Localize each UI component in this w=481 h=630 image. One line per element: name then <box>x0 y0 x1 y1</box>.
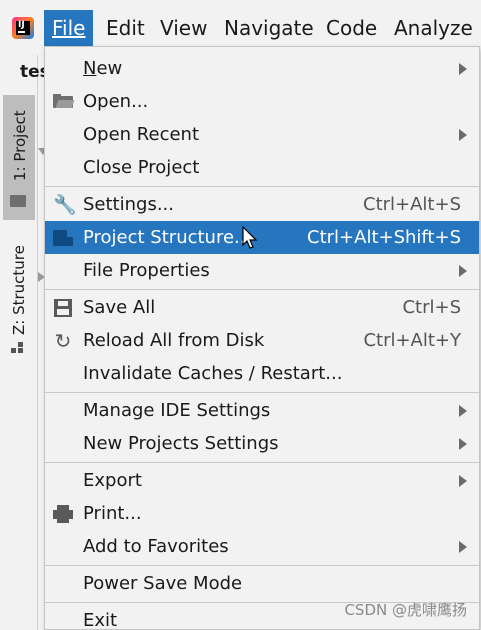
project-tab-label: 1: Project <box>11 110 29 181</box>
menu-item-label: Export <box>83 470 142 491</box>
intellij-logo-icon: IJ <box>12 17 34 39</box>
menu-analyze[interactable]: Analyze <box>386 10 481 46</box>
shortcut-label: Ctrl+Alt+Y <box>363 330 461 351</box>
menu-separator <box>45 289 479 290</box>
submenu-arrow-icon <box>459 475 467 487</box>
menu-item-label: Invalidate Caches / Restart... <box>83 363 343 384</box>
menu-separator <box>45 186 479 187</box>
menu-item-add-to-favorites[interactable]: Add to Favorites <box>45 530 479 563</box>
save-icon <box>53 298 73 318</box>
menu-item-label: Reload All from Disk <box>83 330 265 351</box>
menu-item-invalidate-caches[interactable]: Invalidate Caches / Restart... <box>45 357 479 390</box>
menu-item-export[interactable]: Export <box>45 464 479 497</box>
menu-item-label: ew <box>96 58 123 79</box>
menu-item-label: Project Structure... <box>83 227 252 248</box>
menu-item-label: Print... <box>83 503 142 524</box>
menu-item-file-properties[interactable]: File Properties <box>45 254 479 287</box>
submenu-arrow-icon <box>459 405 467 417</box>
structure-icon <box>11 342 25 354</box>
submenu-arrow-icon <box>459 63 467 75</box>
menu-item-open[interactable]: Open... <box>45 85 479 118</box>
menu-item-label: Settings... <box>83 194 174 215</box>
shortcut-label: Ctrl+S <box>402 297 461 318</box>
menu-item-save-all[interactable]: Save All Ctrl+S <box>45 291 479 324</box>
menu-item-settings[interactable]: 🔧 Settings... Ctrl+Alt+S <box>45 188 479 221</box>
reload-icon: ↻ <box>54 329 72 353</box>
menu-item-power-save-mode[interactable]: Power Save Mode <box>45 567 479 600</box>
menu-edit[interactable]: Edit <box>98 10 153 46</box>
shortcut-label: Ctrl+Alt+Shift+S <box>307 227 461 248</box>
submenu-arrow-icon <box>459 541 467 553</box>
printer-icon <box>53 504 73 524</box>
menu-item-print[interactable]: Print... <box>45 497 479 530</box>
menu-item-label: Save All <box>83 297 156 318</box>
menu-item-label: Open... <box>83 91 149 112</box>
menu-item-label: Open Recent <box>83 124 200 145</box>
submenu-arrow-icon <box>459 129 467 141</box>
menu-item-label: Close Project <box>83 157 200 178</box>
folder-open-icon <box>53 92 75 112</box>
menu-item-new[interactable]: New <box>45 52 479 85</box>
menu-separator <box>45 565 479 566</box>
menu-separator <box>45 462 479 463</box>
shortcut-label: Ctrl+Alt+S <box>363 194 461 215</box>
menu-item-manage-ide-settings[interactable]: Manage IDE Settings <box>45 394 479 427</box>
menu-item-label: Add to Favorites <box>83 536 229 557</box>
submenu-arrow-icon <box>459 265 467 277</box>
menu-item-label: File Properties <box>83 260 210 281</box>
menu-item-reload-all[interactable]: ↻ Reload All from Disk Ctrl+Alt+Y <box>45 324 479 357</box>
wrench-icon: 🔧 <box>53 194 77 216</box>
tool-tab-structure[interactable]: Z: Structure <box>10 245 28 335</box>
menu-separator <box>45 392 479 393</box>
menu-item-label: Manage IDE Settings <box>83 400 271 421</box>
menu-item-label: Exit <box>83 610 118 630</box>
menu-code[interactable]: Code <box>318 10 385 46</box>
menu-item-label: New Projects Settings <box>83 433 279 454</box>
menu-item-close-project[interactable]: Close Project <box>45 151 479 184</box>
folder-icon <box>10 195 26 207</box>
menu-item-new-projects-settings[interactable]: New Projects Settings <box>45 427 479 460</box>
mouse-cursor-icon <box>242 226 258 249</box>
project-structure-icon <box>53 228 73 248</box>
watermark: CSDN @虎啸鹰扬 <box>344 601 467 619</box>
file-menu-dropdown: New Open... Open Recent Close Project 🔧 … <box>44 46 480 630</box>
menu-item-project-structure[interactable]: Project Structure... Ctrl+Alt+Shift+S <box>45 221 479 254</box>
menu-file[interactable]: File <box>44 10 94 46</box>
menu-view[interactable]: View <box>152 10 215 46</box>
submenu-arrow-icon <box>459 438 467 450</box>
menu-navigate[interactable]: Navigate <box>216 10 322 46</box>
menu-item-open-recent[interactable]: Open Recent <box>45 118 479 151</box>
menu-item-label: Power Save Mode <box>83 573 243 594</box>
